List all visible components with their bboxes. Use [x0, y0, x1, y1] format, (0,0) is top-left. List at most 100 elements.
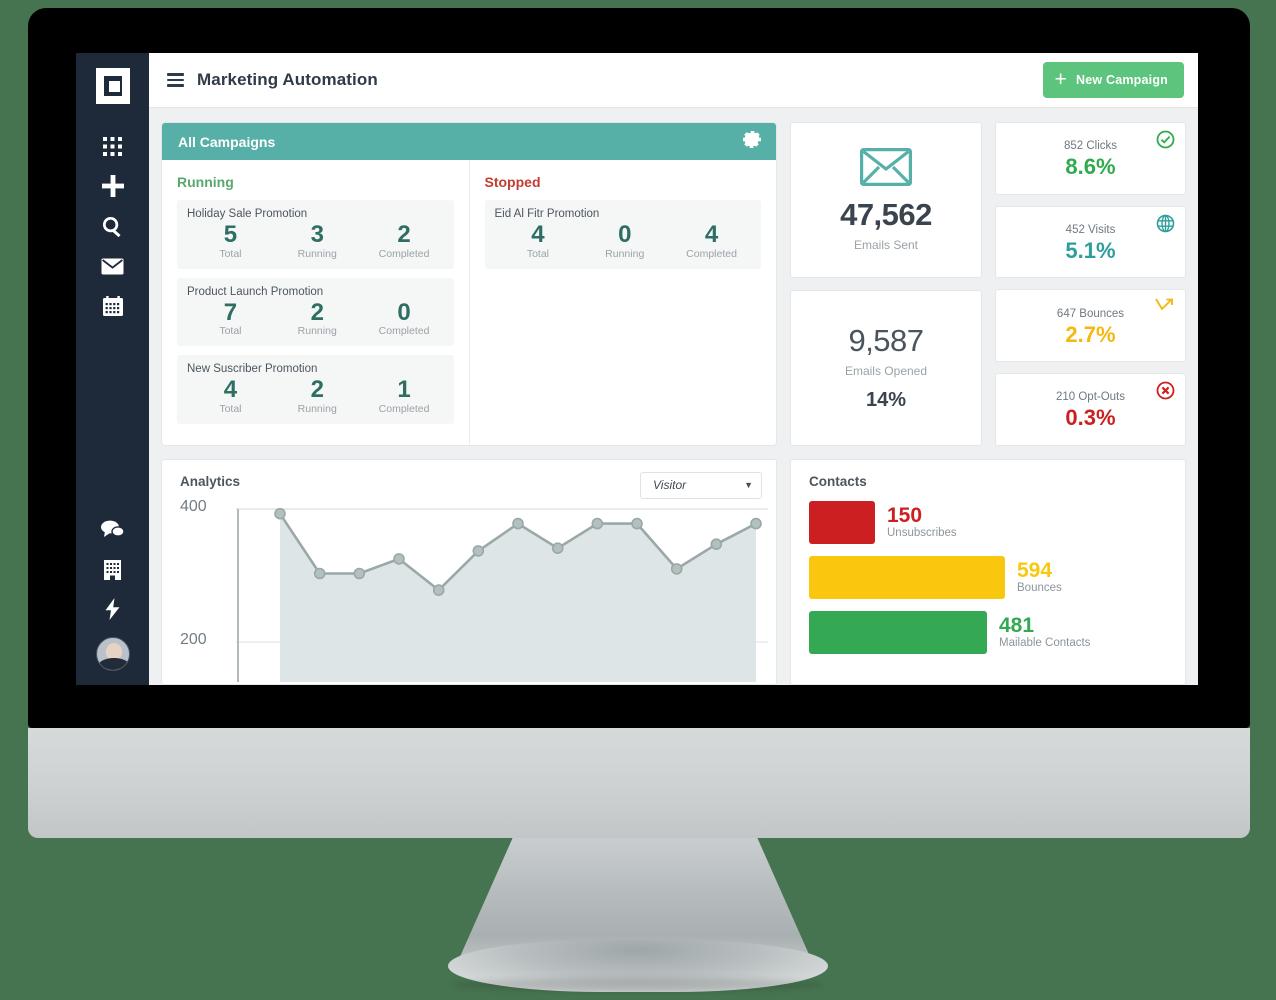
page-title: Marketing Automation — [197, 70, 378, 89]
contacts-title: Contacts — [809, 473, 867, 489]
sidebar-item-add[interactable] — [90, 166, 136, 206]
analytics-line-chart — [236, 507, 768, 682]
mailable-label: Mailable Contacts — [999, 637, 1091, 650]
monitor-stand-shadow — [452, 978, 824, 992]
unsubscribes-text: 150 Unsubscribes — [887, 505, 957, 540]
bounce-arrow-icon — [1154, 297, 1175, 319]
sidebar-item-mail[interactable] — [90, 246, 136, 286]
campaign-stat-running: 2 Running — [274, 376, 361, 415]
campaign-item[interactable]: Product Launch Promotion 7 Total 2 Runni… — [177, 277, 454, 347]
sidebar-item-chat[interactable] — [90, 509, 136, 549]
sidebar-item-search[interactable] — [90, 206, 136, 246]
stat-value: 5 — [223, 221, 238, 248]
visits-percent: 5.1% — [1065, 238, 1116, 264]
stat-label: Running — [297, 325, 337, 338]
stat-value: 2 — [397, 221, 411, 248]
all-campaigns-body: Running Holiday Sale Promotion 5 Total 3… — [162, 160, 776, 445]
emails-opened-percent: 14% — [865, 389, 907, 412]
analytics-metric-select[interactable]: Visitor ▼ — [640, 471, 762, 499]
emails-opened-value: 9,587 — [848, 323, 924, 359]
dashboard-content: All Campaigns Running Holiday Sale Promo… — [149, 108, 1198, 685]
stat-value: 1 — [397, 376, 411, 404]
analytics-chart: 400 200 — [180, 498, 768, 684]
envelope-icon — [101, 258, 124, 274]
stat-label: Total — [219, 325, 242, 338]
contacts-bar-row: 150 Unsubscribes — [809, 500, 1169, 544]
sidebar-item-automation[interactable] — [90, 589, 136, 629]
campaign-stat-running: 0 Running — [581, 221, 668, 260]
campaign-stat-total: 5 Total — [187, 221, 274, 260]
campaign-stat-total: 7 Total — [187, 299, 274, 338]
campaign-column-stopped: Stopped Eid Al Fitr Promotion 4 Total 0 … — [470, 160, 777, 445]
campaign-column-title: Running — [177, 174, 234, 190]
sidebar-item-apps[interactable] — [90, 126, 136, 166]
campaign-column-running: Running Holiday Sale Promotion 5 Total 3… — [162, 160, 470, 445]
bounces-text: 594 Bounces — [1017, 560, 1062, 595]
campaign-item[interactable]: Eid Al Fitr Promotion 4 Total 0 Running … — [484, 200, 761, 269]
stat-label: Completed — [378, 325, 430, 338]
campaign-column-title: Stopped — [484, 174, 541, 190]
contacts-bar-row: 594 Bounces — [809, 555, 1169, 599]
campaign-stats: 5 Total 3 Running 2 Completed — [187, 221, 448, 260]
mailable-text: 481 Mailable Contacts — [999, 615, 1091, 650]
hamburger-menu-icon[interactable] — [167, 73, 184, 87]
campaign-stat-total: 4 Total — [495, 221, 582, 260]
dashboard-row-bottom: Analytics Visitor ▼ 400 200 Contacts 150… — [161, 458, 1186, 685]
globe-icon — [1156, 214, 1175, 238]
emails-sent-label: Emails Sent — [853, 237, 919, 252]
envelope-icon — [860, 147, 912, 191]
analytics-metric-value: Visitor — [653, 478, 687, 493]
plus-icon — [101, 175, 124, 197]
bounces-stat-card: 647 Bounces 2.7% — [995, 289, 1186, 363]
contacts-bar-row: 481 Mailable Contacts — [809, 610, 1169, 654]
y-axis-tick-200: 200 — [180, 630, 207, 648]
campaign-stat-completed: 0 Completed — [361, 299, 448, 338]
campaign-stat-running: 2 Running — [274, 299, 361, 338]
user-avatar[interactable] — [95, 637, 130, 671]
campaign-stat-completed: 2 Completed — [361, 221, 448, 260]
emails-opened-card: 9,587 Emails Opened 14% — [790, 289, 982, 446]
clicks-stat-card: 852 Clicks 8.6% — [995, 122, 1186, 195]
campaign-stat-running: 3 Running — [274, 221, 361, 260]
stat-label: Completed — [686, 247, 737, 260]
emails-sent-value: 47,562 — [840, 196, 932, 232]
chat-bubbles-icon — [101, 520, 124, 537]
sidebar-item-company[interactable] — [90, 549, 136, 589]
visits-label: 452 Visits — [1065, 224, 1116, 237]
optouts-percent: 0.3% — [1065, 405, 1116, 431]
unsubscribes-label: Unsubscribes — [887, 527, 957, 540]
new-campaign-button[interactable]: + New Campaign — [1042, 62, 1184, 98]
lightning-bolt-icon — [105, 598, 120, 620]
campaign-stats: 4 Total 2 Running 1 Completed — [187, 376, 448, 415]
clicks-label: 852 Clicks — [1063, 140, 1118, 153]
sidebar-secondary-nav — [90, 509, 136, 677]
all-campaigns-card: All Campaigns Running Holiday Sale Promo… — [161, 122, 777, 446]
optouts-label: 210 Opt-Outs — [1055, 391, 1126, 404]
stat-value: 2 — [310, 298, 324, 326]
contacts-card: Contacts 150 Unsubscribes 594 Bounces 48… — [790, 458, 1186, 685]
app-logo-icon[interactable] — [90, 62, 136, 110]
bounces-label: 647 Bounces — [1056, 307, 1125, 320]
stat-label: Running — [297, 247, 337, 260]
mini-stats-column: 852 Clicks 8.6% 452 Visits 5.1% 647 Boun… — [995, 122, 1186, 446]
campaign-item[interactable]: Holiday Sale Promotion 5 Total 3 Running… — [177, 200, 454, 269]
grid-apps-icon — [103, 136, 122, 156]
campaign-stat-total: 4 Total — [187, 376, 274, 415]
stat-value: 0 — [397, 298, 411, 326]
stat-value: 0 — [618, 221, 632, 248]
clicks-percent: 8.6% — [1065, 154, 1116, 180]
campaign-name: New Suscriber Promotion — [187, 363, 318, 376]
y-axis-tick-400: 400 — [180, 497, 207, 515]
stat-value: 3 — [310, 221, 324, 248]
big-stats-column: 47,562 Emails Sent 9,587 Emails Opened 1… — [790, 122, 982, 446]
stat-value: 7 — [223, 298, 238, 326]
campaign-name: Eid Al Fitr Promotion — [494, 208, 600, 220]
sidebar-item-calendar[interactable] — [90, 286, 136, 326]
stat-value: 4 — [531, 221, 545, 248]
campaign-item[interactable]: New Suscriber Promotion 4 Total 2 Runnin… — [177, 355, 454, 424]
gear-icon[interactable] — [742, 129, 763, 155]
check-circle-icon — [1156, 130, 1175, 154]
stat-label: Running — [297, 402, 337, 415]
stat-label: Total — [219, 402, 242, 415]
new-campaign-label: New Campaign — [1076, 73, 1168, 87]
